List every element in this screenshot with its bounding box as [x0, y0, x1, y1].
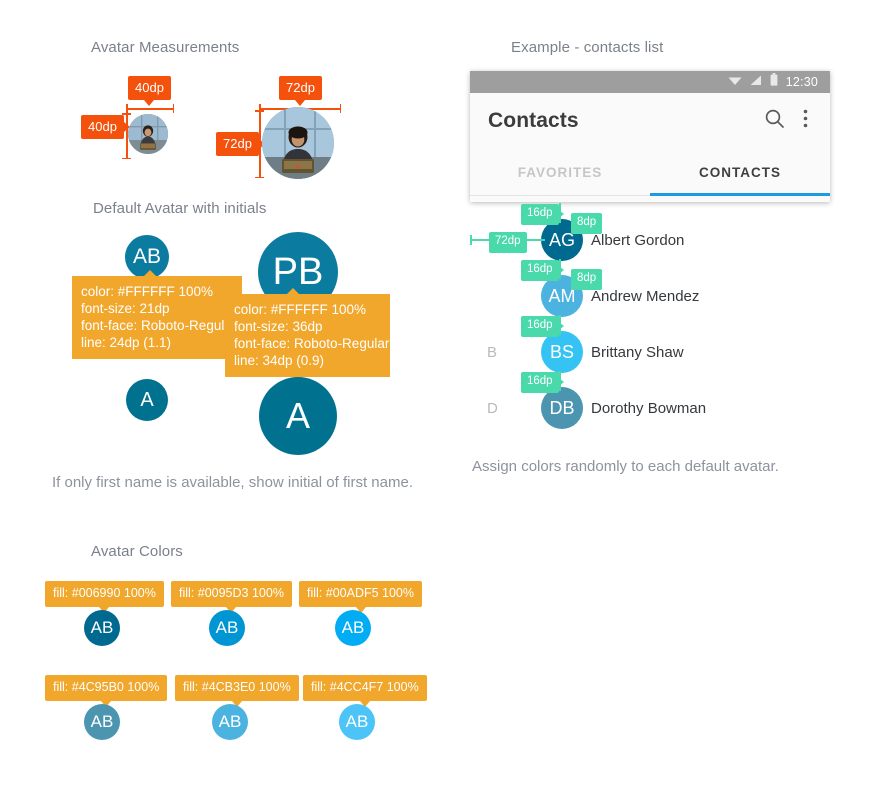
green-label-16dp-4: 16dp	[521, 372, 564, 393]
initials-avatar-ab-small-text: AB	[132, 245, 161, 268]
dim-tick-right-72	[339, 104, 341, 113]
photo-avatar-40dp	[128, 114, 168, 154]
avatar-color-circle: AB	[84, 610, 120, 646]
contact-name: Dorothy Bowman	[591, 400, 707, 417]
tab-baseline	[470, 195, 650, 196]
avatar-color-initials: AB	[218, 712, 242, 731]
app-bar-title: Contacts	[488, 109, 579, 132]
avatar-color-circle: AB	[84, 704, 120, 740]
green-guide-tick-left	[470, 235, 472, 245]
tab-favorites[interactable]: FAVORITES	[470, 149, 650, 196]
avatar-color-initials: AB	[341, 618, 365, 637]
photo-avatar-72dp	[262, 107, 334, 179]
signal-icon	[750, 73, 762, 91]
spec-annotation-small: color: #FFFFFF 100% font-size: 21dp font…	[72, 270, 242, 359]
measurement-label-height-72dp: 72dp	[216, 132, 265, 156]
measurement-label-height-40dp: 40dp	[81, 115, 130, 139]
example-contacts-heading: Example - contacts list	[511, 39, 664, 56]
dim-tick-top-72	[255, 110, 264, 112]
phone-mockup: 12:30 Contacts FAVORITES CONTACTS	[470, 71, 830, 202]
contact-avatar: BS	[541, 331, 583, 373]
measurement-label-width-72dp: 72dp	[279, 76, 322, 106]
dim-tick-top-40	[122, 113, 131, 115]
initials-avatar-a-large: A	[259, 377, 337, 455]
contact-name: Albert Gordon	[591, 232, 685, 249]
green-label-8dp-2: 8dp	[571, 269, 603, 290]
avatar-color-label: fill: #00ADF5 100%	[299, 581, 423, 612]
tab-indicator	[650, 193, 830, 196]
contact-avatar-initials: DB	[549, 397, 575, 418]
green-label-72dp: 72dp	[489, 232, 527, 253]
avatar-color-label: fill: #006990 100%	[45, 581, 164, 612]
example-caption: Assign colors randomly to each default a…	[472, 458, 779, 475]
dim-tick-right-40	[172, 104, 174, 113]
status-bar-time: 12:30	[785, 75, 818, 89]
spec-annotation-large: color: #FFFFFF 100% font-size: 36dp font…	[225, 288, 390, 377]
green-label-8dp-1: 8dp	[571, 213, 603, 234]
green-label-16dp-2: 16dp	[521, 260, 564, 281]
tab-bar: FAVORITES CONTACTS	[470, 149, 830, 196]
avatar-color-circle: AB	[339, 704, 375, 740]
battery-icon	[770, 73, 778, 91]
contact-name: Andrew Mendez	[591, 288, 700, 305]
avatar-colors-heading: Avatar Colors	[91, 543, 183, 560]
avatar-color-circle: AB	[209, 610, 245, 646]
green-label-16dp-1: 16dp	[521, 204, 564, 225]
section-letter: D	[487, 400, 498, 417]
avatar-measurements-heading: Avatar Measurements	[91, 39, 240, 56]
avatar-color-label: fill: #0095D3 100%	[171, 581, 292, 612]
dim-tick-bottom-72	[255, 176, 264, 178]
search-icon[interactable]	[754, 108, 795, 134]
dim-tick-bottom-40	[122, 157, 131, 159]
avatar-color-initials: AB	[90, 618, 114, 637]
avatar-color-label: fill: #4C95B0 100%	[45, 675, 168, 706]
contact-avatar-initials: BS	[549, 341, 574, 362]
avatar-color-circle: AB	[335, 610, 371, 646]
contact-name: Brittany Shaw	[591, 344, 684, 361]
initials-caption: If only first name is available, show in…	[52, 474, 413, 491]
overflow-menu-icon[interactable]	[795, 109, 816, 133]
default-avatar-heading: Default Avatar with initials	[93, 200, 267, 217]
wifi-icon	[728, 73, 742, 91]
dim-line-horizontal-40	[126, 108, 174, 110]
section-letter: B	[487, 344, 498, 361]
green-label-16dp-3: 16dp	[521, 316, 564, 337]
initials-avatar-a-small-text: A	[140, 388, 154, 411]
tab-contacts[interactable]: CONTACTS	[650, 149, 830, 196]
avatar-color-circle: AB	[212, 704, 248, 740]
avatar-color-label: fill: #4CC4F7 100%	[303, 675, 427, 706]
initials-avatar-a-large-text: A	[285, 395, 310, 436]
contact-avatar: DB	[541, 387, 583, 429]
avatar-color-initials: AB	[215, 618, 239, 637]
app-bar: Contacts	[470, 93, 830, 149]
initials-avatar-a-small: A	[126, 379, 168, 421]
avatar-color-initials: AB	[90, 712, 114, 731]
measurement-label-width-40dp: 40dp	[128, 76, 171, 106]
status-bar: 12:30	[470, 71, 830, 93]
dim-tick-left-40	[126, 104, 128, 113]
avatar-color-label: fill: #4CB3E0 100%	[175, 675, 299, 706]
avatar-color-initials: AB	[345, 712, 369, 731]
